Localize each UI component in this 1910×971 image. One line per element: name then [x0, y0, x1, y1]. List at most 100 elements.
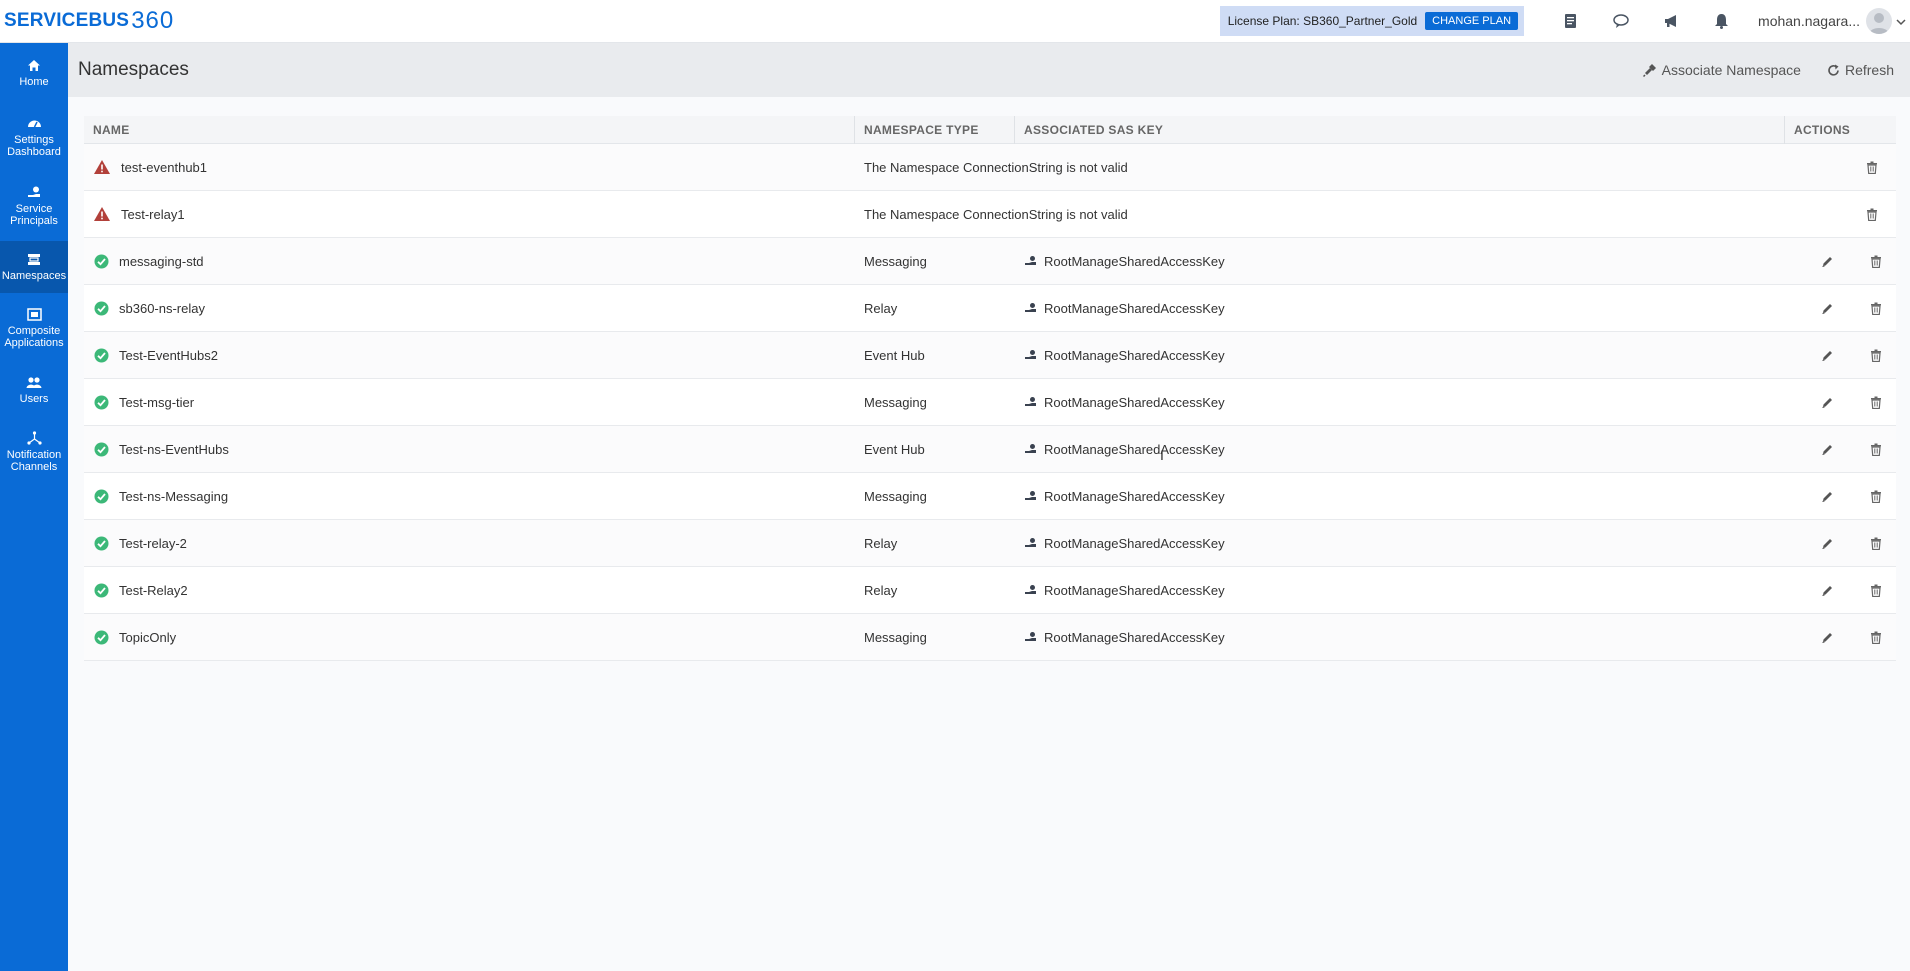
announcement-icon[interactable]	[1646, 0, 1696, 43]
cell-actions	[1785, 567, 1896, 614]
sas-key-name: RootManageSharedAccessKey	[1044, 347, 1225, 363]
table-row[interactable]: Test-msg-tier Messaging RootManageSharedAc…	[84, 379, 1896, 426]
top-right-area: License Plan: SB360_Partner_Gold CHANGE …	[1219, 0, 1910, 43]
edit-icon[interactable]	[1821, 580, 1834, 600]
namespace-name[interactable]: Test-ns-Messaging	[119, 489, 228, 504]
column-header-namespace-type[interactable]: NAMESPACE TYPE	[855, 115, 1015, 144]
namespace-name[interactable]: sb360-ns-relay	[119, 301, 205, 316]
sidebar-item-label: Composite Applications	[4, 325, 64, 349]
delete-icon[interactable]	[1870, 580, 1882, 600]
cell-namespace-type: Messaging	[864, 629, 927, 645]
delete-icon[interactable]	[1870, 486, 1882, 506]
edit-icon[interactable]	[1821, 627, 1834, 647]
check-circle-icon	[93, 441, 109, 457]
sidebar-item-users[interactable]: Users	[0, 363, 68, 417]
key-user-icon	[1024, 631, 1037, 643]
edit-icon[interactable]	[1821, 486, 1834, 506]
table-row[interactable]: Test-Relay2 Relay RootManageSharedAccessKe…	[84, 567, 1896, 614]
delete-icon[interactable]	[1870, 345, 1882, 365]
edit-icon[interactable]	[1821, 533, 1834, 553]
cell-sas-key: RootManageSharedAccessKey	[1015, 332, 1785, 379]
notification-icon	[26, 431, 42, 445]
check-circle-icon	[93, 394, 109, 410]
header-actions: Associate Namespace Refresh	[1617, 62, 1910, 78]
table-row[interactable]: Test-relay1 The Namespace ConnectionStrin…	[84, 191, 1896, 238]
delete-icon[interactable]	[1870, 439, 1882, 459]
cell-name: messaging-std	[84, 238, 855, 285]
table-row[interactable]: Test-ns-Messaging Messaging RootManageShar…	[84, 473, 1896, 520]
delete-icon[interactable]	[1870, 627, 1882, 647]
edit-icon[interactable]	[1821, 251, 1834, 271]
user-menu[interactable]: mohan.nagara...	[1746, 0, 1910, 43]
edit-icon[interactable]	[1821, 345, 1834, 365]
app-logo[interactable]: SERVICEBUS 360	[0, 0, 174, 43]
bell-icon[interactable]	[1696, 0, 1746, 43]
delete-icon[interactable]	[1870, 298, 1882, 318]
cell-sas-key: RootManageSharedAccessKey	[1015, 238, 1785, 285]
table-row[interactable]: test-eventhub1 The Namespace ConnectionSt…	[84, 144, 1896, 191]
logo-number: 360	[131, 7, 175, 34]
namespace-name[interactable]: TopicOnly	[119, 630, 176, 645]
table-row[interactable]: messaging-std Messaging RootManageSharedAc…	[84, 238, 1896, 285]
column-header-name[interactable]: NAME	[84, 115, 855, 144]
sidebar-item-composite-applications[interactable]: Composite Applications	[0, 293, 68, 363]
namespaces-table: NAME NAMESPACE TYPE ASSOCIATED SAS KEY A…	[84, 115, 1896, 661]
associate-namespace-button[interactable]: Associate Namespace	[1642, 62, 1801, 78]
cell-actions	[1785, 238, 1896, 285]
cell-actions	[1785, 191, 1896, 238]
cell-actions	[1785, 379, 1896, 426]
cell-name: Test-ns-Messaging	[84, 473, 855, 520]
namespace-name[interactable]: Test-Relay2	[119, 583, 188, 598]
delete-icon[interactable]	[1870, 533, 1882, 553]
docs-icon[interactable]	[1546, 0, 1596, 43]
users-icon	[26, 375, 42, 389]
edit-icon[interactable]	[1821, 439, 1834, 459]
user-name: mohan.nagara...	[1758, 13, 1860, 29]
namespace-name[interactable]: Test-msg-tier	[119, 395, 194, 410]
service-principal-icon	[27, 185, 42, 199]
sidebar-item-namespaces[interactable]: Namespaces	[0, 241, 68, 293]
delete-icon[interactable]	[1862, 204, 1882, 224]
chat-icon[interactable]	[1596, 0, 1646, 43]
delete-icon[interactable]	[1870, 251, 1882, 271]
license-plan-label: License Plan: SB360_Partner_Gold	[1227, 14, 1418, 28]
sas-key-name: RootManageSharedAccessKey	[1044, 300, 1225, 316]
sidebar-item-settings-dashboard[interactable]: Settings Dashboard	[0, 103, 68, 171]
edit-icon[interactable]	[1821, 298, 1834, 318]
top-bar: SERVICEBUS 360 License Plan: SB360_Partn…	[0, 0, 1910, 43]
cell-actions	[1785, 426, 1896, 473]
table-row[interactable]: Test-relay-2 Relay RootManageSharedAccessK…	[84, 520, 1896, 567]
composite-icon	[26, 307, 42, 321]
sas-key-name: RootManageSharedAccessKey	[1044, 535, 1225, 551]
table-row[interactable]: Test-EventHubs2 Event Hub RootManageShared…	[84, 332, 1896, 379]
cell-namespace-type: Event Hub	[864, 347, 925, 363]
logo-text: SERVICEBUS	[4, 10, 130, 31]
namespace-name[interactable]: test-eventhub1	[121, 160, 207, 175]
delete-icon[interactable]	[1862, 157, 1882, 177]
cell-namespace-type: Relay	[864, 535, 898, 551]
table-row[interactable]: Test-ns-EventHubs Event Hub RootManageShar…	[84, 426, 1896, 473]
namespace-name[interactable]: Test-relay1	[121, 207, 185, 222]
sidebar-item-notification-channels[interactable]: Notification Channels	[0, 417, 68, 487]
edit-icon[interactable]	[1821, 392, 1834, 412]
column-header-sas-key[interactable]: ASSOCIATED SAS KEY	[1015, 115, 1785, 144]
table-header: NAME NAMESPACE TYPE ASSOCIATED SAS KEY A…	[84, 115, 1896, 144]
namespace-name[interactable]: Test-EventHubs2	[119, 348, 218, 363]
namespace-name[interactable]: messaging-std	[119, 254, 204, 269]
table-row[interactable]: sb360-ns-relay Relay RootManageSharedAcces…	[84, 285, 1896, 332]
cell-name: Test-EventHubs2	[84, 332, 855, 379]
namespace-icon	[27, 252, 41, 266]
namespace-name[interactable]: Test-ns-EventHubs	[119, 442, 229, 457]
cell-actions	[1785, 332, 1896, 379]
sidebar-item-home[interactable]: Home	[0, 43, 68, 103]
namespace-name[interactable]: Test-relay-2	[119, 536, 187, 551]
avatar	[1866, 8, 1892, 34]
check-circle-icon	[93, 347, 109, 363]
refresh-button[interactable]: Refresh	[1827, 62, 1894, 78]
cell-error-message: The Namespace ConnectionString is not va…	[864, 206, 1128, 222]
change-plan-button[interactable]: CHANGE PLAN	[1425, 12, 1519, 30]
table-row[interactable]: TopicOnly Messaging RootManageSharedAccess…	[84, 614, 1896, 661]
delete-icon[interactable]	[1870, 392, 1882, 412]
cell-name: Test-ns-EventHubs	[84, 426, 855, 473]
sidebar-item-service-principals[interactable]: Service Principals	[0, 171, 68, 241]
